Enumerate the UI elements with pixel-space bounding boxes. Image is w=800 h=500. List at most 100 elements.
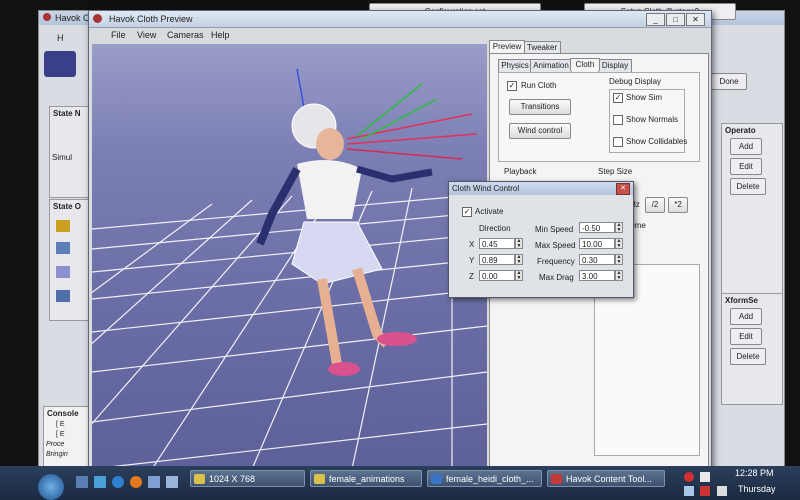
operators-group: Operato Add Edit Delete bbox=[721, 123, 783, 315]
max-drag-input[interactable]: 3.00 bbox=[579, 270, 615, 281]
background-menu-h[interactable]: H bbox=[57, 33, 64, 43]
quicklaunch-icon[interactable] bbox=[76, 476, 88, 488]
folder-icon bbox=[314, 474, 325, 484]
show-sim-checkbox[interactable]: ✓ bbox=[613, 93, 623, 103]
y-spinner-icon[interactable]: ▲ ▼ bbox=[515, 254, 523, 265]
task-female-heidi-cloth[interactable]: female_heidi_cloth_... bbox=[427, 470, 542, 487]
x-direction-input[interactable]: 0.45 bbox=[479, 238, 515, 249]
show-sim-label: Show Sim bbox=[626, 93, 663, 102]
step-double-button[interactable]: *2 bbox=[668, 197, 688, 213]
xform-delete-button[interactable]: Delete bbox=[730, 348, 766, 365]
max-speed-label: Max Speed bbox=[535, 241, 576, 250]
network-icon[interactable] bbox=[684, 486, 694, 496]
z-spinner-icon[interactable]: ▲ ▼ bbox=[515, 270, 523, 281]
preview-titlebar[interactable]: Havok Cloth Preview _ □ ✕ bbox=[89, 11, 711, 28]
folder-icon bbox=[194, 474, 205, 484]
z-label: Z bbox=[469, 272, 474, 281]
3d-viewport[interactable] bbox=[92, 44, 487, 469]
done-button[interactable]: Done bbox=[711, 73, 747, 90]
cloth-subtab-panel: ✓ Run Cloth Transitions Wind control Deb… bbox=[498, 72, 700, 162]
menu-help[interactable]: Help bbox=[211, 30, 230, 40]
console-panel: Console [ E [ E Proce Bringin bbox=[43, 406, 91, 472]
wind-dialog-titlebar[interactable]: Cloth Wind Control ✕ bbox=[449, 182, 633, 195]
menu-view[interactable]: View bbox=[137, 30, 156, 40]
tray-icon[interactable] bbox=[700, 472, 710, 482]
operator-add-button[interactable]: Add bbox=[730, 138, 762, 155]
min-speed-spinner-icon[interactable]: ▲ ▼ bbox=[615, 222, 623, 233]
show-normals-checkbox[interactable] bbox=[613, 115, 623, 125]
console-line: [ E bbox=[56, 421, 65, 428]
subtab-animation[interactable]: Animation bbox=[530, 59, 572, 72]
quicklaunch-icon[interactable] bbox=[166, 476, 178, 488]
state-icon bbox=[56, 266, 70, 278]
max-speed-spinner-icon[interactable]: ▲ ▼ bbox=[615, 238, 623, 249]
start-button-icon[interactable] bbox=[38, 474, 64, 500]
quicklaunch-icon[interactable] bbox=[112, 476, 124, 488]
quicklaunch-icon[interactable] bbox=[130, 476, 142, 488]
app-icon bbox=[431, 474, 442, 484]
run-cloth-checkbox[interactable]: ✓ bbox=[507, 81, 517, 91]
task-1024x768[interactable]: 1024 X 768 bbox=[190, 470, 305, 487]
max-speed-input[interactable]: 10.00 bbox=[579, 238, 615, 249]
xform-add-button[interactable]: Add bbox=[730, 308, 762, 325]
task-label: 1024 X 768 bbox=[209, 474, 256, 484]
cloth-character bbox=[256, 103, 433, 376]
task-havok-content-tool[interactable]: Havok Content Tool... bbox=[547, 470, 665, 487]
quicklaunch-icon[interactable] bbox=[148, 476, 160, 488]
show-collidables-checkbox[interactable] bbox=[613, 137, 623, 147]
menu-file[interactable]: File bbox=[111, 30, 126, 40]
frequency-spinner-icon[interactable]: ▲ ▼ bbox=[615, 254, 623, 265]
y-label: Y bbox=[469, 256, 475, 265]
state-label: State N bbox=[53, 109, 81, 118]
task-label: female_heidi_cloth_... bbox=[446, 474, 534, 484]
floor-grid bbox=[92, 182, 487, 469]
console-line: Proce bbox=[46, 441, 65, 448]
x-spinner-icon[interactable]: ▲ ▼ bbox=[515, 238, 523, 249]
operator-delete-button[interactable]: Delete bbox=[730, 178, 766, 195]
max-drag-spinner-icon[interactable]: ▲ ▼ bbox=[615, 270, 623, 281]
y-direction-input[interactable]: 0.89 bbox=[479, 254, 515, 265]
havok-app-logo bbox=[44, 51, 76, 77]
volume-icon[interactable] bbox=[717, 486, 727, 496]
frequency-input[interactable]: 0.30 bbox=[579, 254, 615, 265]
subtab-cloth[interactable]: Cloth bbox=[570, 58, 600, 71]
playback-label: Playback bbox=[504, 167, 537, 176]
havok-logo-icon bbox=[93, 14, 102, 23]
activate-checkbox[interactable]: ✓ bbox=[462, 207, 472, 217]
step-size-label: Step Size bbox=[598, 167, 633, 176]
direction-label: Direction bbox=[479, 224, 511, 233]
havok-icon bbox=[551, 474, 562, 484]
maximize-icon[interactable]: □ bbox=[666, 13, 685, 26]
xform-edit-button[interactable]: Edit bbox=[730, 328, 762, 345]
subtab-display[interactable]: Display bbox=[598, 59, 632, 72]
tray-icon[interactable] bbox=[700, 486, 710, 496]
activate-label: Activate bbox=[475, 207, 504, 216]
havok-logo-icon bbox=[43, 13, 51, 21]
minimize-icon[interactable]: _ bbox=[646, 13, 665, 26]
preview-menubar: File View Cameras Help bbox=[89, 28, 711, 42]
clock-time[interactable]: 12:28 PM bbox=[735, 468, 774, 478]
tab-preview[interactable]: Preview bbox=[489, 40, 525, 53]
wind-control-dialog: Cloth Wind Control ✕ ✓ Activate Directio… bbox=[448, 181, 634, 298]
wind-control-button[interactable]: Wind control bbox=[509, 123, 571, 139]
x-label: X bbox=[469, 240, 475, 249]
close-icon[interactable]: ✕ bbox=[686, 13, 705, 26]
close-icon[interactable]: ✕ bbox=[616, 183, 630, 195]
state-group: State N Simul bbox=[49, 106, 91, 198]
tray-icon[interactable] bbox=[684, 472, 694, 482]
step-half-button[interactable]: /2 bbox=[645, 197, 665, 213]
quicklaunch-icon[interactable] bbox=[94, 476, 106, 488]
task-female-animations[interactable]: female_animations bbox=[310, 470, 422, 487]
subtab-physics[interactable]: Physics bbox=[498, 59, 532, 72]
console-line: Bringin bbox=[46, 451, 68, 458]
state-icon bbox=[56, 290, 70, 302]
operator-edit-button[interactable]: Edit bbox=[730, 158, 762, 175]
z-direction-input[interactable]: 0.00 bbox=[479, 270, 515, 281]
task-label: female_animations bbox=[329, 474, 405, 484]
transitions-button[interactable]: Transitions bbox=[509, 99, 571, 115]
min-speed-input[interactable]: -0.50 bbox=[579, 222, 615, 233]
task-label: Havok Content Tool... bbox=[566, 474, 652, 484]
wind-dialog-title: Cloth Wind Control bbox=[452, 184, 520, 193]
frequency-label: Frequency bbox=[537, 257, 575, 266]
menu-cameras[interactable]: Cameras bbox=[167, 30, 204, 40]
